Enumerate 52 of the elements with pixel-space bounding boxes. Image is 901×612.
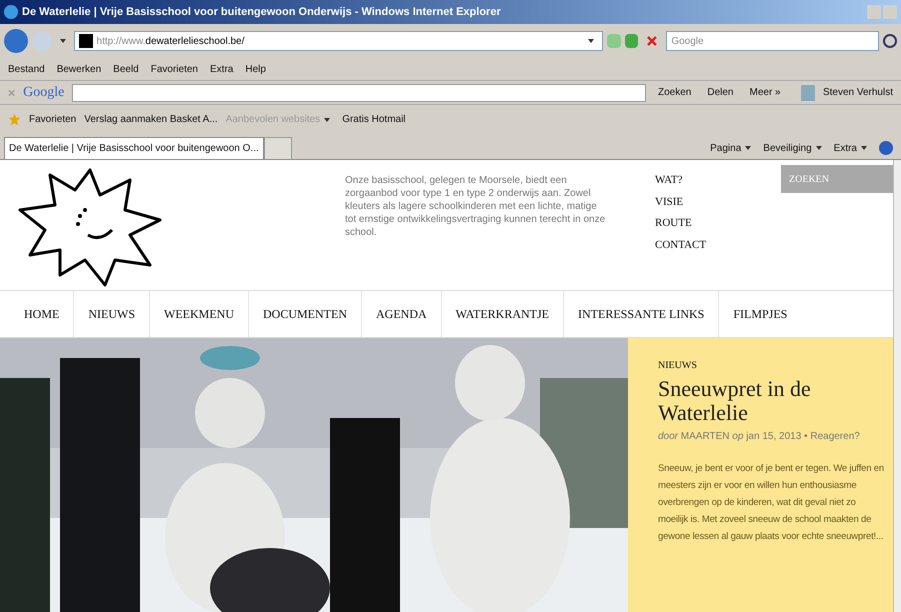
command-button[interactable]: Pagina [710,140,756,156]
nav-link[interactable]: WATERKRANTJE [440,291,563,337]
address-field[interactable]: http://www.dewaterlelieschool.be/ [74,31,603,51]
post-excerpt: Sneeuw, je bent er voor of je bent er tegen. We juffen en meesters zijn er voor en willen hun enthousiasme overbrengen op de kinderen, wat dit geval niet zo moeilijk is. Met zoveel sneeuw de school maakten de gewone lessen al gauw plaats voor echte sneeuwpret!... [658,462,885,544]
caret-icon[interactable] [588,39,594,43]
caret-icon[interactable] [861,146,867,150]
nav-link[interactable]: DOCUMENTEN [248,291,361,337]
nav-link[interactable]: INTERESSANTE LINKS [563,291,718,337]
header-link[interactable]: ROUTE [655,215,706,232]
user-avatar [800,84,815,100]
command-button[interactable]: Beveiliging [763,140,826,156]
command-button[interactable]: Extra [834,140,871,156]
category-label: NIEUWS [658,359,698,373]
intro-text: Onze basisschool, gelegen te Moorsele, biedt een zorgaanbod voor type 1 en type 2 onderwijs aan. Zowel kleuters als lagere schoolkinderen met een lichte, matige tot ernstige ontwikkelingsvertraging kunnen terecht in onze school. [345,174,606,240]
search-field[interactable]: ZOEKEN [781,165,893,193]
menu-item[interactable]: Favorieten [150,62,198,76]
scrollbar[interactable] [893,160,901,612]
header-link[interactable]: VISIE [655,194,706,210]
google-search-field[interactable] [72,84,646,102]
toolbar-button[interactable]: Zoeken [654,85,696,100]
nav-link[interactable]: FILMPJES [718,291,802,337]
header-link[interactable]: CONTACT [655,236,706,253]
star-icon [8,113,21,126]
search-field[interactable]: Google [666,31,880,51]
new-tab-button[interactable] [264,137,292,159]
close-icon[interactable] [8,88,16,96]
nav-link[interactable]: WEEKMENU [149,291,248,337]
user-name[interactable]: Steven Verhulst [822,85,893,100]
window-title: De Waterlelie | Vrije Basisschool voor buitengewoon Onderwijs - Windows Internet Explorer [22,4,501,20]
caret-icon[interactable] [816,146,822,150]
google-logo: Google [23,84,64,102]
menu-item[interactable]: Beeld [113,62,139,76]
post-title: Sneeuwpret in de Waterlelie [658,377,812,425]
menu-item[interactable]: Bewerken [56,62,102,76]
caret-icon[interactable] [60,39,66,43]
menu-item[interactable]: Extra [210,62,234,76]
toolbar-button[interactable]: Meer » [746,85,785,100]
browser-tab[interactable]: De Waterlelie | Vrije Basisschool voor buitengewoon O... [4,137,264,159]
nav-link[interactable]: NIEUWS [73,291,150,337]
nav-link[interactable]: AGENDA [361,291,441,337]
back-button[interactable] [4,29,28,53]
menu-item[interactable]: Bestand [8,62,45,76]
post-meta: door MAARTEN op jan 15, 2013 • Reageren? [658,430,861,444]
nav-link[interactable]: HOME [10,291,74,337]
favorite-link[interactable]: Gratis Hotmail [342,112,406,127]
menu-item[interactable]: Help [245,62,266,76]
close-icon[interactable] [646,35,658,47]
caret-icon[interactable] [745,146,752,150]
favorites-button[interactable]: Favorieten [29,112,76,127]
header-link[interactable]: WAT? [655,172,706,188]
toolbar-button[interactable]: Delen [703,85,738,100]
favorite-link[interactable]: Verslag aanmaken Basket A... [84,112,218,127]
